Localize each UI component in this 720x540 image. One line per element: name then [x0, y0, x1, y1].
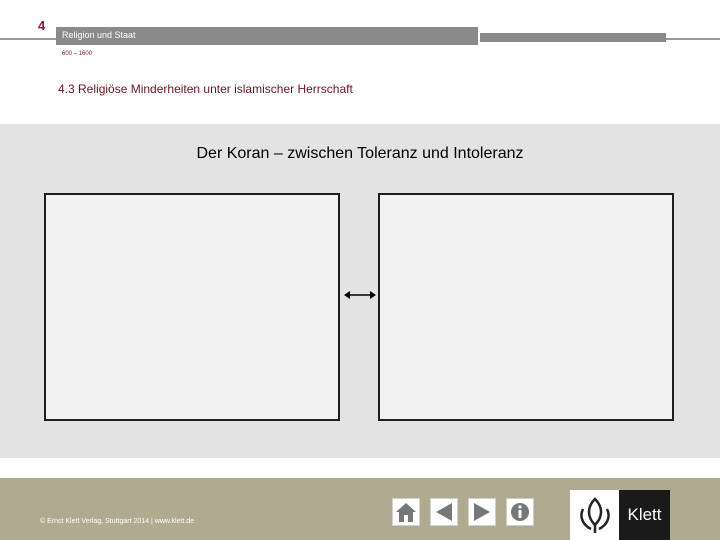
section-title: 4.3 Religiöse Minderheiten unter islamis…	[58, 82, 353, 96]
chapter-title: Religion und Staat	[62, 30, 136, 40]
klett-wordmark: Klett	[619, 490, 670, 540]
double-arrow-icon	[344, 291, 376, 299]
tolerance-box	[44, 193, 340, 421]
chapter-title-bar: Religion und Staat	[56, 27, 478, 45]
header-divider-right	[666, 38, 720, 40]
chapter-number: 4	[38, 18, 46, 33]
header-bar-right	[480, 33, 666, 42]
header-divider-left	[0, 38, 56, 40]
klett-logo: Klett	[570, 490, 670, 540]
info-icon	[511, 503, 529, 521]
previous-button[interactable]	[430, 498, 458, 526]
info-button[interactable]	[506, 498, 534, 526]
next-button[interactable]	[468, 498, 496, 526]
home-icon	[396, 503, 416, 522]
content-title: Der Koran – zwischen Toleranz und Intole…	[196, 145, 524, 162]
klett-emblem-icon	[579, 497, 610, 533]
date-range: 600 – 1600	[62, 51, 93, 57]
copyright: © Ernst Klett Verlag, Stuttgart 2014 | w…	[40, 518, 195, 525]
next-arrow-icon	[474, 503, 490, 521]
klett-emblem	[570, 490, 619, 540]
prev-arrow-icon	[436, 503, 452, 521]
home-button[interactable]	[392, 498, 420, 526]
intolerance-box	[378, 193, 674, 421]
